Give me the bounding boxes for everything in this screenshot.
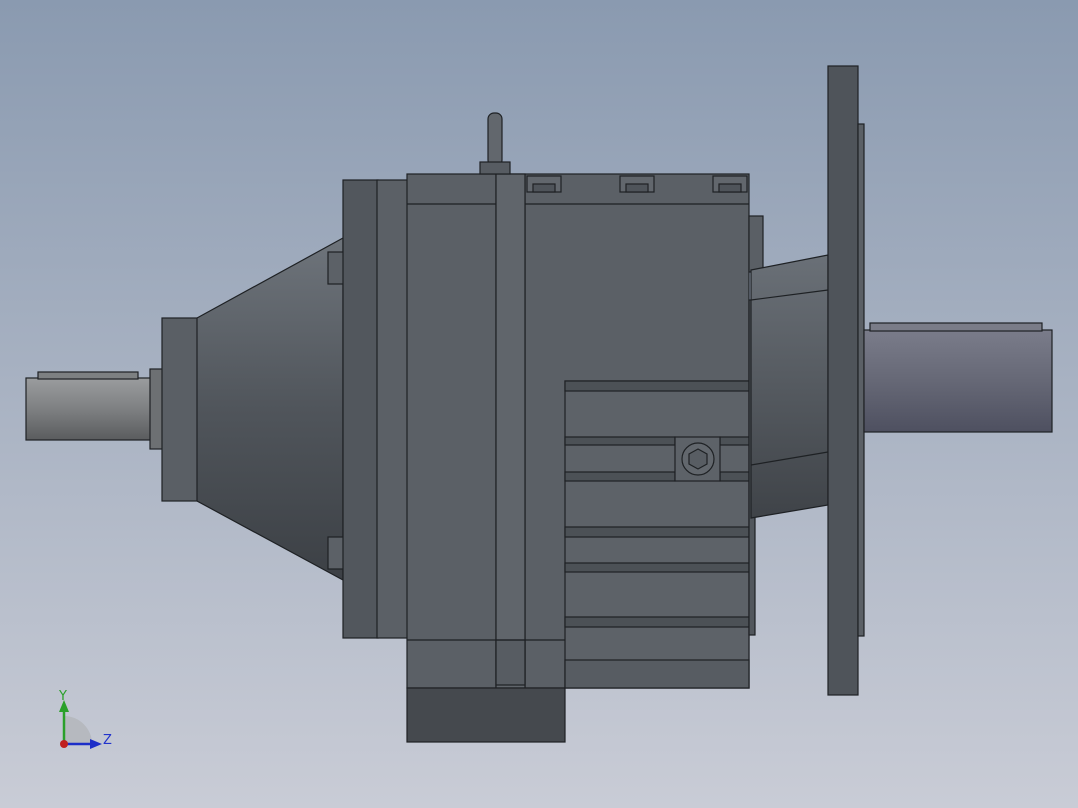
drain-plug-icon <box>681 442 715 476</box>
mounting-foot <box>406 687 566 743</box>
input-flange <box>161 317 199 502</box>
x-axis-dot <box>60 740 68 748</box>
top-bolts <box>526 175 748 193</box>
output-shaft <box>863 322 1053 433</box>
y-axis-label: Y <box>58 689 67 704</box>
housing-ribs <box>564 380 750 689</box>
output-flange <box>827 65 859 696</box>
input-shaft <box>25 368 165 450</box>
bolt-lower <box>327 536 345 570</box>
bolt-upper <box>327 251 345 285</box>
graphics-viewport[interactable]: Y Z <box>0 0 1078 808</box>
motor-plate <box>342 179 379 639</box>
output-collar <box>748 215 764 273</box>
z-axis-label: Z <box>103 733 112 748</box>
model-canvas[interactable]: Y Z <box>0 0 1078 808</box>
adapter-plate <box>376 179 409 639</box>
